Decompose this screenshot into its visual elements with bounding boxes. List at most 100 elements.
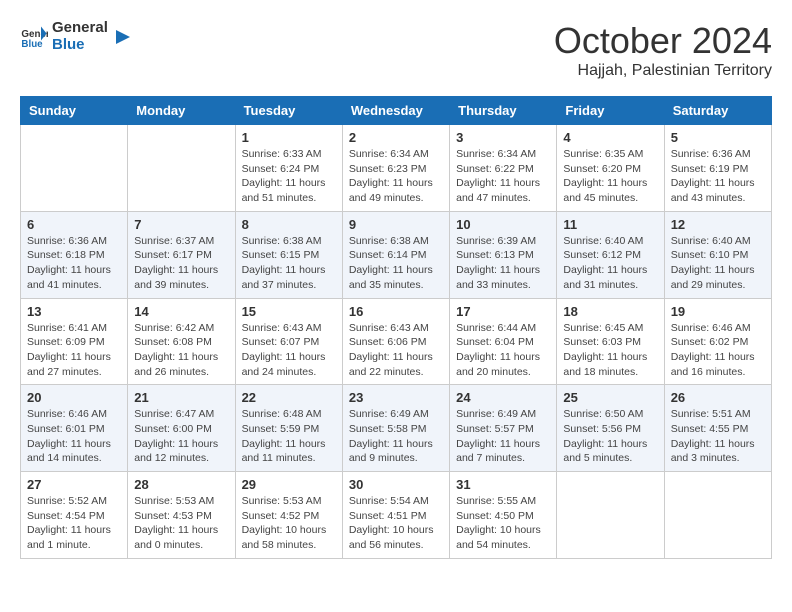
calendar-cell: 28 Sunrise: 5:53 AMSunset: 4:53 PMDayligh…	[128, 472, 235, 559]
calendar-cell: 25 Sunrise: 6:50 AMSunset: 5:56 PMDayligh…	[557, 385, 664, 472]
day-number: 13	[27, 304, 121, 319]
day-info: Sunrise: 6:35 AMSunset: 6:20 PMDaylight:…	[563, 147, 657, 206]
calendar-cell: 26Sunrise: 5:51 AMSunset: 4:55 PMDayligh…	[664, 385, 771, 472]
calendar-cell: 6 Sunrise: 6:36 AMSunset: 6:18 PMDaylight…	[21, 211, 128, 298]
day-info: Sunrise: 5:53 AMSunset: 4:53 PMDaylight:…	[134, 494, 228, 553]
day-info: Sunrise: 6:44 AMSunset: 6:04 PMDaylight:…	[456, 321, 550, 380]
day-number: 5	[671, 130, 765, 145]
day-info: Sunrise: 5:54 AMSunset: 4:51 PMDaylight:…	[349, 494, 443, 553]
calendar-cell: 27 Sunrise: 5:52 AMSunset: 4:54 PMDayligh…	[21, 472, 128, 559]
weekday-header-sunday: Sunday	[21, 97, 128, 125]
day-number: 7	[134, 217, 228, 232]
weekday-header-tuesday: Tuesday	[235, 97, 342, 125]
week-row-5: 27 Sunrise: 5:52 AMSunset: 4:54 PMDayligh…	[21, 472, 772, 559]
day-number: 22	[242, 390, 336, 405]
calendar-cell: 1 Sunrise: 6:33 AMSunset: 6:24 PMDaylight…	[235, 125, 342, 212]
logo-arrow-icon	[112, 26, 134, 48]
calendar-cell: 29 Sunrise: 5:53 AMSunset: 4:52 PMDayligh…	[235, 472, 342, 559]
day-number: 25	[563, 390, 657, 405]
day-number: 6	[27, 217, 121, 232]
day-number: 9	[349, 217, 443, 232]
svg-text:Blue: Blue	[21, 38, 43, 49]
day-number: 1	[242, 130, 336, 145]
day-number: 16	[349, 304, 443, 319]
day-number: 12	[671, 217, 765, 232]
calendar-cell: 16 Sunrise: 6:43 AMSunset: 6:06 PMDayligh…	[342, 298, 449, 385]
calendar-cell: 2Sunrise: 6:34 AMSunset: 6:23 PMDaylight…	[342, 125, 449, 212]
calendar-cell: 10 Sunrise: 6:39 AMSunset: 6:13 PMDayligh…	[450, 211, 557, 298]
day-number: 10	[456, 217, 550, 232]
day-info: Sunrise: 6:49 AMSunset: 5:57 PMDaylight:…	[456, 407, 550, 466]
calendar-cell: 17 Sunrise: 6:44 AMSunset: 6:04 PMDayligh…	[450, 298, 557, 385]
title-area: October 2024 Hajjah, Palestinian Territo…	[554, 20, 772, 80]
logo-general-text: General	[52, 20, 108, 37]
day-info: Sunrise: 6:34 AMSunset: 6:23 PMDaylight:…	[349, 147, 443, 206]
day-info: Sunrise: 6:43 AMSunset: 6:07 PMDaylight:…	[242, 321, 336, 380]
day-number: 30	[349, 477, 443, 492]
day-info: Sunrise: 5:52 AMSunset: 4:54 PMDaylight:…	[27, 494, 121, 553]
weekday-header-row: SundayMondayTuesdayWednesdayThursdayFrid…	[21, 97, 772, 125]
calendar-cell: 20 Sunrise: 6:46 AMSunset: 6:01 PMDayligh…	[21, 385, 128, 472]
day-number: 28	[134, 477, 228, 492]
day-info: Sunrise: 6:50 AMSunset: 5:56 PMDaylight:…	[563, 407, 657, 466]
weekday-header-thursday: Thursday	[450, 97, 557, 125]
week-row-2: 6 Sunrise: 6:36 AMSunset: 6:18 PMDaylight…	[21, 211, 772, 298]
logo-icon: General Blue	[20, 23, 48, 51]
calendar-cell: 5 Sunrise: 6:36 AMSunset: 6:19 PMDaylight…	[664, 125, 771, 212]
day-info: Sunrise: 6:38 AMSunset: 6:15 PMDaylight:…	[242, 234, 336, 293]
weekday-header-friday: Friday	[557, 97, 664, 125]
day-info: Sunrise: 6:45 AMSunset: 6:03 PMDaylight:…	[563, 321, 657, 380]
day-number: 18	[563, 304, 657, 319]
day-number: 27	[27, 477, 121, 492]
calendar-cell: 18 Sunrise: 6:45 AMSunset: 6:03 PMDayligh…	[557, 298, 664, 385]
day-info: Sunrise: 6:33 AMSunset: 6:24 PMDaylight:…	[242, 147, 336, 206]
day-number: 11	[563, 217, 657, 232]
day-info: Sunrise: 5:55 AMSunset: 4:50 PMDaylight:…	[456, 494, 550, 553]
calendar-cell	[128, 125, 235, 212]
day-info: Sunrise: 6:36 AMSunset: 6:19 PMDaylight:…	[671, 147, 765, 206]
calendar-cell: 12 Sunrise: 6:40 AMSunset: 6:10 PMDayligh…	[664, 211, 771, 298]
day-info: Sunrise: 6:48 AMSunset: 5:59 PMDaylight:…	[242, 407, 336, 466]
day-info: Sunrise: 6:34 AMSunset: 6:22 PMDaylight:…	[456, 147, 550, 206]
calendar-cell	[21, 125, 128, 212]
logo: General Blue General Blue	[20, 20, 134, 53]
day-number: 29	[242, 477, 336, 492]
calendar-cell: 13 Sunrise: 6:41 AMSunset: 6:09 PMDayligh…	[21, 298, 128, 385]
day-number: 21	[134, 390, 228, 405]
calendar-cell: 3 Sunrise: 6:34 AMSunset: 6:22 PMDaylight…	[450, 125, 557, 212]
week-row-4: 20 Sunrise: 6:46 AMSunset: 6:01 PMDayligh…	[21, 385, 772, 472]
day-number: 3	[456, 130, 550, 145]
weekday-header-saturday: Saturday	[664, 97, 771, 125]
calendar-cell: 14Sunrise: 6:42 AMSunset: 6:08 PMDayligh…	[128, 298, 235, 385]
day-info: Sunrise: 6:41 AMSunset: 6:09 PMDaylight:…	[27, 321, 121, 380]
calendar-cell: 31Sunrise: 5:55 AMSunset: 4:50 PMDayligh…	[450, 472, 557, 559]
week-row-1: 1 Sunrise: 6:33 AMSunset: 6:24 PMDaylight…	[21, 125, 772, 212]
day-number: 14	[134, 304, 228, 319]
day-info: Sunrise: 6:38 AMSunset: 6:14 PMDaylight:…	[349, 234, 443, 293]
month-title: October 2024	[554, 20, 772, 62]
day-info: Sunrise: 6:46 AMSunset: 6:02 PMDaylight:…	[671, 321, 765, 380]
day-info: Sunrise: 6:40 AMSunset: 6:10 PMDaylight:…	[671, 234, 765, 293]
calendar-cell: 7Sunrise: 6:37 AMSunset: 6:17 PMDaylight…	[128, 211, 235, 298]
calendar-cell: 23Sunrise: 6:49 AMSunset: 5:58 PMDayligh…	[342, 385, 449, 472]
day-number: 20	[27, 390, 121, 405]
day-number: 23	[349, 390, 443, 405]
day-info: Sunrise: 6:36 AMSunset: 6:18 PMDaylight:…	[27, 234, 121, 293]
calendar-cell: 8Sunrise: 6:38 AMSunset: 6:15 PMDaylight…	[235, 211, 342, 298]
day-info: Sunrise: 6:40 AMSunset: 6:12 PMDaylight:…	[563, 234, 657, 293]
week-row-3: 13 Sunrise: 6:41 AMSunset: 6:09 PMDayligh…	[21, 298, 772, 385]
day-info: Sunrise: 6:43 AMSunset: 6:06 PMDaylight:…	[349, 321, 443, 380]
day-number: 17	[456, 304, 550, 319]
calendar-cell: 9 Sunrise: 6:38 AMSunset: 6:14 PMDaylight…	[342, 211, 449, 298]
calendar-cell: 21Sunrise: 6:47 AMSunset: 6:00 PMDayligh…	[128, 385, 235, 472]
logo-blue-text: Blue	[52, 37, 108, 54]
page-header: General Blue General Blue October 2024 H…	[20, 20, 772, 80]
day-info: Sunrise: 6:46 AMSunset: 6:01 PMDaylight:…	[27, 407, 121, 466]
day-info: Sunrise: 6:39 AMSunset: 6:13 PMDaylight:…	[456, 234, 550, 293]
location-subtitle: Hajjah, Palestinian Territory	[554, 62, 772, 80]
calendar-cell	[557, 472, 664, 559]
day-info: Sunrise: 5:53 AMSunset: 4:52 PMDaylight:…	[242, 494, 336, 553]
day-number: 26	[671, 390, 765, 405]
calendar-cell: 24Sunrise: 6:49 AMSunset: 5:57 PMDayligh…	[450, 385, 557, 472]
day-number: 4	[563, 130, 657, 145]
